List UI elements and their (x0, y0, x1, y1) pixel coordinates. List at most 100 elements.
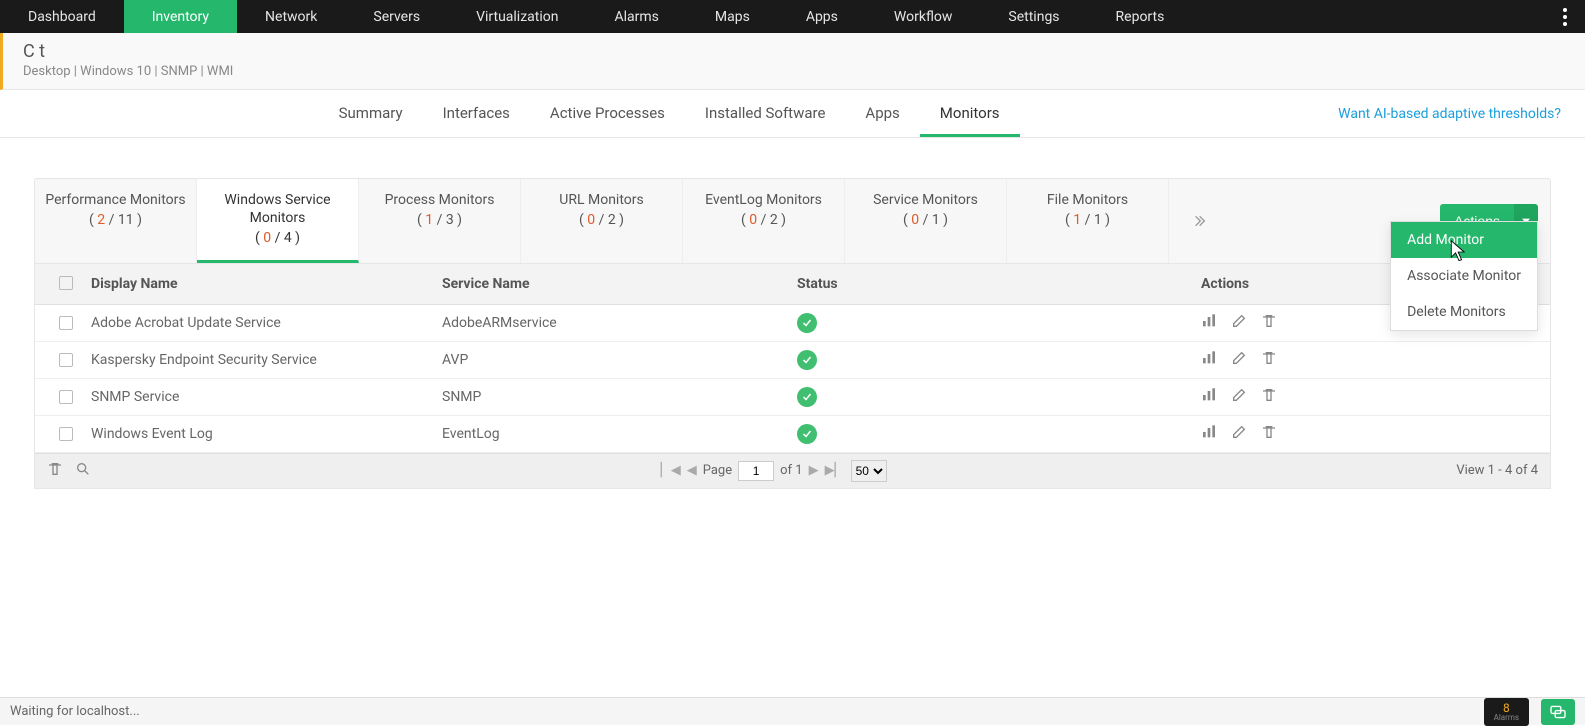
actions-menu-item[interactable]: Add Monitor (1391, 222, 1537, 258)
actions-menu-item[interactable]: Associate Monitor (1391, 258, 1537, 294)
view-range-text: View 1 - 4 of 4 (1456, 463, 1538, 478)
subtab-installed-software[interactable]: Installed Software (685, 90, 846, 137)
nav-apps[interactable]: Apps (778, 0, 866, 33)
monitor-type-tab[interactable]: Process Monitors( 1 / 3 ) (359, 179, 521, 263)
actions-menu-item[interactable]: Delete Monitors (1391, 294, 1537, 330)
delete-icon[interactable] (1261, 350, 1277, 370)
monitor-type-label: File Monitors (1047, 192, 1128, 208)
row-checkbox[interactable] (59, 390, 73, 404)
subtab-summary[interactable]: Summary (319, 90, 423, 137)
monitor-type-count: ( 0 / 4 ) (205, 229, 350, 247)
cell-service-name: AdobeARMservice (442, 315, 797, 331)
page-input[interactable] (738, 461, 774, 481)
status-ok-icon (797, 313, 817, 333)
cell-display-name: Adobe Acrobat Update Service (87, 315, 442, 331)
subtab-active-processes[interactable]: Active Processes (530, 90, 685, 137)
chart-icon[interactable] (1201, 350, 1217, 370)
nav-workflow[interactable]: Workflow (866, 0, 981, 33)
alarm-badge[interactable]: 8 Alarms (1484, 698, 1529, 726)
delete-icon[interactable] (1261, 424, 1277, 444)
delete-icon[interactable] (1261, 313, 1277, 333)
subtab-monitors[interactable]: Monitors (920, 90, 1020, 137)
device-title: C t (23, 41, 1561, 62)
chat-button[interactable] (1541, 699, 1575, 725)
cell-display-name: Kaspersky Endpoint Security Service (87, 352, 442, 368)
edit-icon[interactable] (1231, 424, 1247, 444)
table-footer: ▏◀ ◀ Page of 1 ▶ ▶▏ 50 View 1 - 4 of 4 (35, 453, 1550, 488)
status-ok-icon (797, 350, 817, 370)
page-prev-icon[interactable]: ◀ (687, 463, 697, 478)
subtab-apps[interactable]: Apps (845, 90, 919, 137)
edit-icon[interactable] (1231, 313, 1247, 333)
monitors-table: Display Name Service Name Status Actions… (34, 264, 1551, 489)
monitor-type-tab[interactable]: EventLog Monitors ( 0 / 2 ) (683, 179, 845, 263)
monitor-type-count: ( 2 / 11 ) (43, 211, 188, 229)
table-row[interactable]: Adobe Acrobat Update ServiceAdobeARMserv… (35, 305, 1550, 342)
nav-reports[interactable]: Reports (1088, 0, 1193, 33)
nav-more-icon[interactable] (1545, 0, 1585, 33)
page-last-icon[interactable]: ▶▏ (825, 463, 845, 478)
monitor-type-label: EventLog Monitors (705, 192, 822, 208)
search-icon[interactable] (75, 461, 91, 481)
page-of-label: of 1 (780, 463, 802, 478)
monitor-type-tab[interactable]: URL Monitors ( 0 / 2 ) (521, 179, 683, 263)
subtabs-row: Summary Interfaces Active Processes Inst… (0, 90, 1585, 138)
col-header-service-name[interactable]: Service Name (442, 276, 797, 292)
nav-inventory[interactable]: Inventory (124, 0, 237, 33)
status-text: Waiting for localhost... (10, 704, 140, 719)
monitor-type-tabs: Performance Monitors( 2 / 11 )Windows Se… (34, 178, 1551, 264)
monitor-type-count: ( 0 / 2 ) (529, 211, 674, 229)
page-first-icon[interactable]: ▏◀ (661, 463, 681, 478)
status-ok-icon (797, 387, 817, 407)
table-row[interactable]: Kaspersky Endpoint Security ServiceAVP (35, 342, 1550, 379)
monitor-type-label: Windows Service Monitors (224, 192, 330, 226)
top-nav: Dashboard Inventory Network Servers Virt… (0, 0, 1585, 33)
ai-thresholds-link[interactable]: Want AI-based adaptive thresholds? (1338, 106, 1561, 122)
chart-icon[interactable] (1201, 387, 1217, 407)
alarm-count: 8 (1503, 702, 1510, 714)
page-label: Page (703, 463, 732, 478)
col-header-status[interactable]: Status (797, 276, 1177, 292)
cell-service-name: SNMP (442, 389, 797, 405)
page-next-icon[interactable]: ▶ (809, 463, 819, 478)
table-row[interactable]: SNMP ServiceSNMP (35, 379, 1550, 416)
edit-icon[interactable] (1231, 350, 1247, 370)
monitor-type-label: Process Monitors (385, 192, 495, 208)
delete-selected-icon[interactable] (47, 461, 63, 481)
cell-display-name: SNMP Service (87, 389, 442, 405)
status-bar: Waiting for localhost... 8 Alarms (0, 697, 1585, 725)
cell-display-name: Windows Event Log (87, 426, 442, 442)
nav-virtualization[interactable]: Virtualization (448, 0, 586, 33)
nav-dashboard[interactable]: Dashboard (0, 0, 124, 33)
monitor-type-count: ( 1 / 1 ) (1015, 211, 1160, 229)
subtab-interfaces[interactable]: Interfaces (423, 90, 530, 137)
table-header: Display Name Service Name Status Actions (35, 264, 1550, 305)
nav-alarms[interactable]: Alarms (586, 0, 686, 33)
table-row[interactable]: Windows Event LogEventLog (35, 416, 1550, 453)
chart-icon[interactable] (1201, 424, 1217, 444)
nav-settings[interactable]: Settings (980, 0, 1087, 33)
nav-maps[interactable]: Maps (687, 0, 778, 33)
monitor-types-more-icon[interactable] (1169, 179, 1229, 263)
nav-network[interactable]: Network (237, 0, 345, 33)
device-header: C t Desktop | Windows 10 | SNMP | WMI (0, 33, 1585, 90)
row-checkbox[interactable] (59, 427, 73, 441)
monitor-type-label: Service Monitors (873, 192, 978, 208)
monitor-type-tab[interactable]: Performance Monitors( 2 / 11 ) (35, 179, 197, 263)
nav-servers[interactable]: Servers (345, 0, 448, 33)
edit-icon[interactable] (1231, 387, 1247, 407)
monitor-type-tab[interactable]: Windows Service Monitors ( 0 / 4 ) (197, 179, 359, 263)
row-checkbox[interactable] (59, 353, 73, 367)
chart-icon[interactable] (1201, 313, 1217, 333)
actions-menu: Add MonitorAssociate MonitorDelete Monit… (1390, 221, 1538, 331)
monitor-type-tab[interactable]: File Monitors ( 1 / 1 ) (1007, 179, 1169, 263)
col-header-display-name[interactable]: Display Name (87, 276, 442, 292)
row-checkbox[interactable] (59, 316, 73, 330)
monitor-type-label: URL Monitors (559, 192, 643, 208)
status-ok-icon (797, 424, 817, 444)
monitor-type-count: ( 0 / 2 ) (691, 211, 836, 229)
delete-icon[interactable] (1261, 387, 1277, 407)
select-all-checkbox[interactable] (59, 276, 73, 290)
page-size-select[interactable]: 50 (851, 460, 887, 482)
monitor-type-tab[interactable]: Service Monitors( 0 / 1 ) (845, 179, 1007, 263)
